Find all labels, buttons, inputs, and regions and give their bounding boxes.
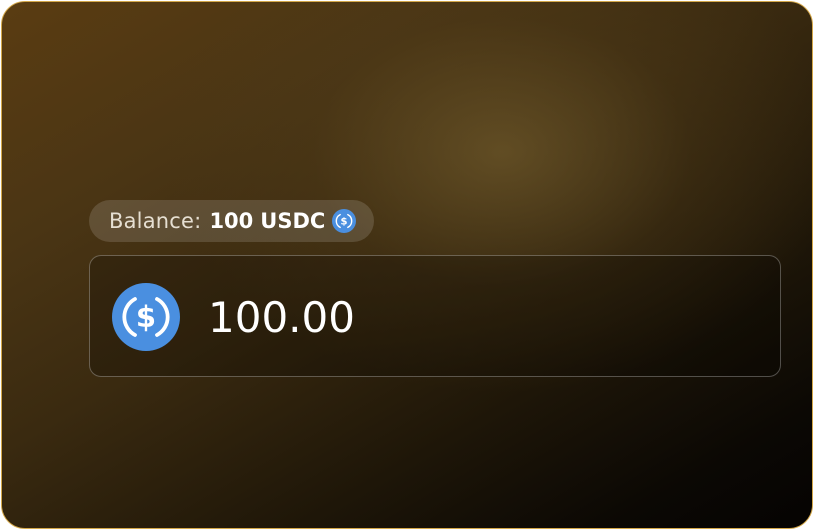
balance-unit: USDC (260, 209, 326, 233)
balance-badge: Balance: 100 USDC $ (89, 200, 375, 242)
amount-input[interactable] (208, 286, 748, 348)
balance-label: Balance: (109, 209, 202, 233)
usdc-coin-icon: $ (332, 209, 357, 233)
balance-amount: 100 (209, 209, 254, 233)
usdc-coin-icon: $ (112, 283, 180, 351)
svg-text:$: $ (136, 300, 156, 334)
amount-field[interactable]: $ (89, 255, 781, 377)
deposit-card: Balance: 100 USDC $ $ (1, 1, 813, 529)
svg-text:$: $ (341, 217, 348, 228)
